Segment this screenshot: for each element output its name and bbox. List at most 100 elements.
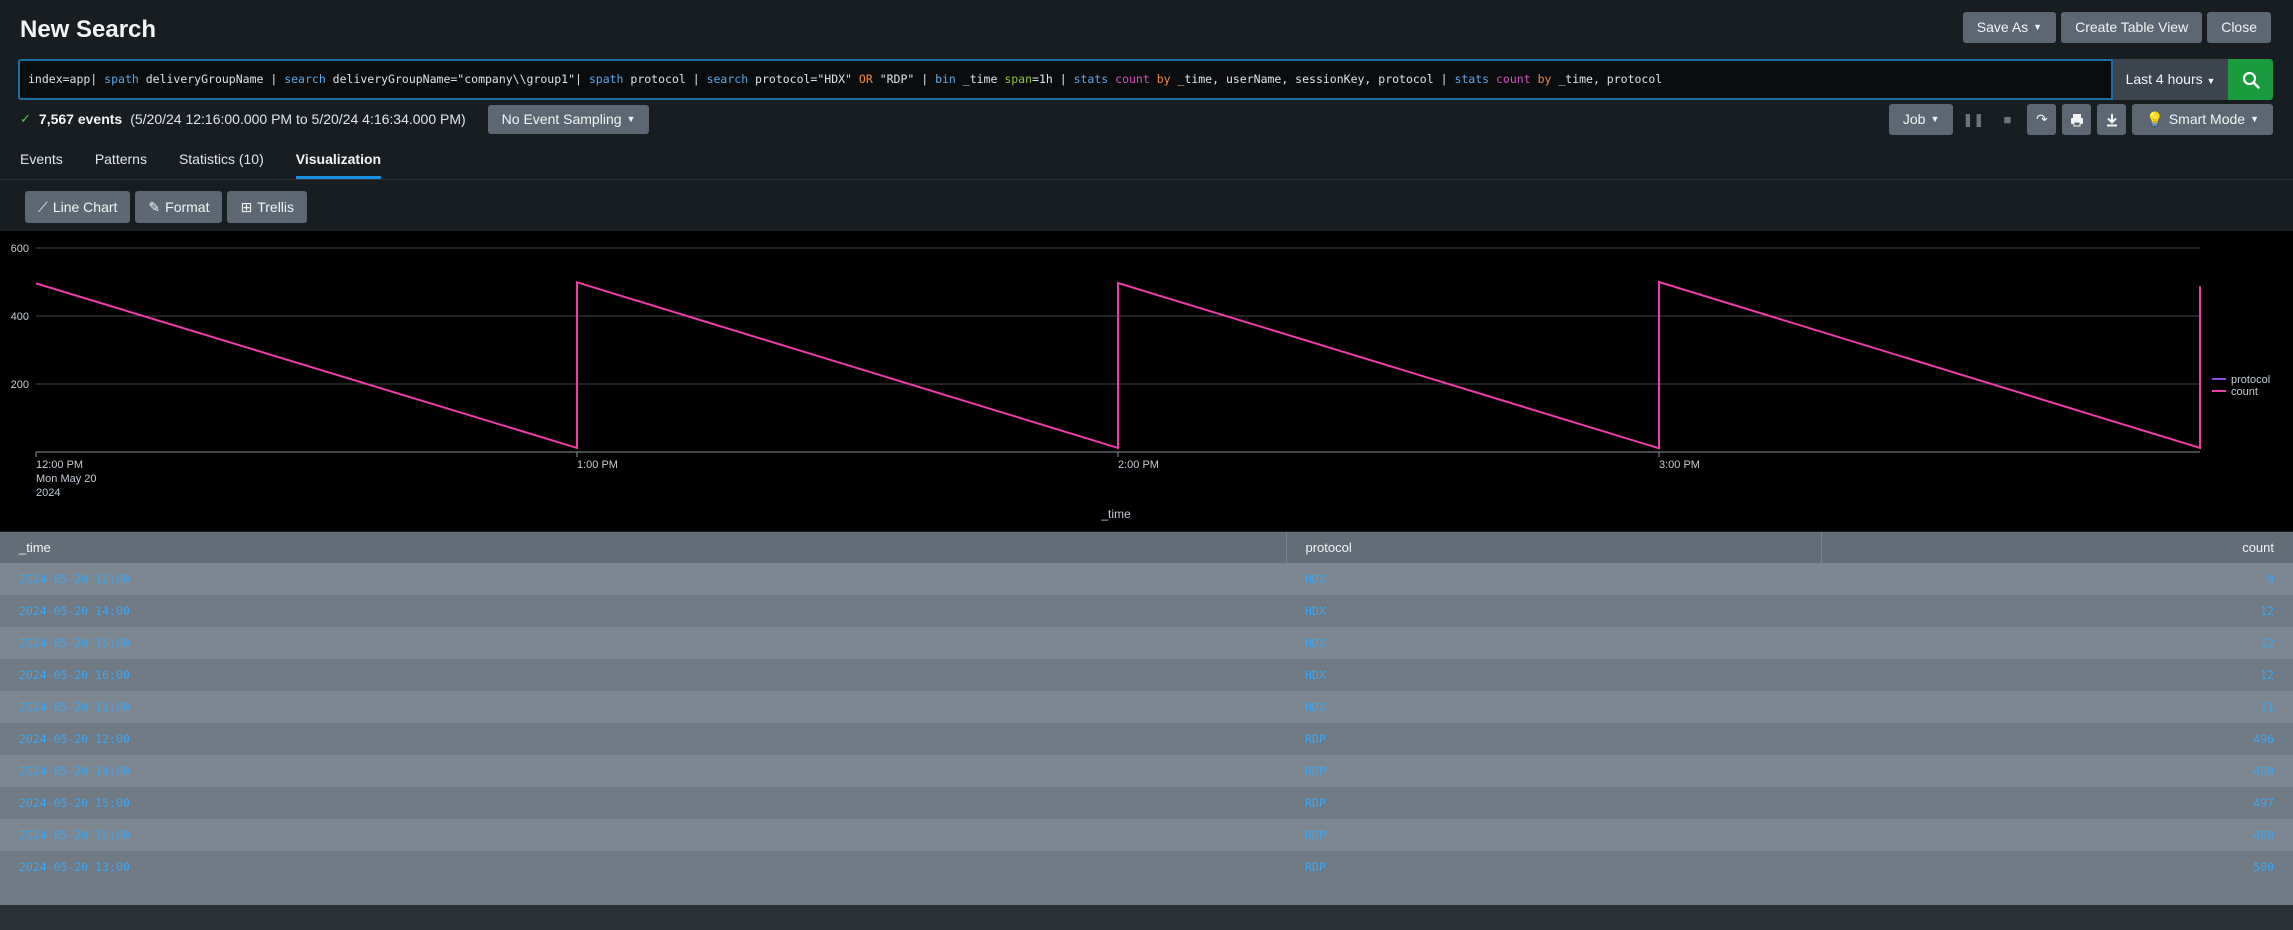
query-token: count — [1115, 72, 1150, 86]
event-sampling-dropdown[interactable]: No Event Sampling ▼ — [487, 104, 650, 134]
job-toolbar: Job ▼ ❚❚ ■ ↷ 💡 Smart Mode ▼ — [1888, 104, 2273, 135]
caret-down-icon: ▼ — [1930, 114, 1940, 124]
time-range-label: Last 4 hours — [2125, 71, 2203, 87]
query-token: deliveryGroupName | — [138, 72, 285, 86]
cell-protocol[interactable]: RDP — [1286, 723, 1821, 755]
cell-time[interactable]: 2024-05-20 13:00 — [0, 851, 1286, 883]
query-token: _time, protocol — [1551, 72, 1663, 86]
caret-down-icon: ▼ — [2033, 22, 2043, 32]
query-token: stats — [1073, 72, 1109, 86]
cell-protocol[interactable]: RDP — [1286, 851, 1821, 883]
visualization-toolbar: ⟋ Line Chart ✎ Format ⊞ Trellis — [25, 191, 308, 223]
cell-count[interactable]: 12 — [1821, 595, 2293, 627]
x-tick-sublabel: 2024 — [36, 487, 60, 499]
search-input[interactable]: index=app| spath deliveryGroupName | sea… — [18, 59, 2113, 100]
share-button[interactable]: ↷ — [2027, 104, 2057, 135]
cell-time[interactable]: 2024-05-20 13:00 — [0, 691, 1286, 723]
query-token: search — [284, 72, 326, 86]
job-menu-button[interactable]: Job ▼ — [1888, 104, 1954, 135]
cell-time[interactable]: 2024-05-20 16:00 — [0, 659, 1286, 691]
trellis-label: Trellis — [257, 199, 295, 215]
y-tick-label: 600 — [11, 243, 29, 255]
cell-protocol[interactable]: RDP — [1286, 819, 1821, 851]
cell-time[interactable]: 2024-05-20 16:00 — [0, 819, 1286, 851]
cell-protocol[interactable]: HDX — [1286, 627, 1821, 659]
column-header-time[interactable]: _time — [0, 532, 1287, 563]
format-button[interactable]: ✎ Format — [135, 191, 223, 223]
time-range-picker[interactable]: Last 4 hours ▼ — [2113, 59, 2228, 100]
table-row: 2024-05-20 12:00 HDX 9 — [0, 563, 2293, 595]
search-button[interactable] — [2228, 59, 2273, 100]
caret-down-icon: ▼ — [2206, 76, 2216, 86]
cell-count[interactable]: 9 — [1821, 563, 2293, 595]
line-chart-icon: ⟋ — [38, 199, 48, 215]
search-status: ✓ 7,567 events (5/20/24 12:16:00.000 PM … — [20, 104, 650, 134]
cell-protocol[interactable]: RDP — [1286, 755, 1821, 787]
cell-count[interactable]: 488 — [1821, 819, 2293, 851]
page-title: New Search — [20, 16, 157, 43]
column-header-protocol[interactable]: protocol — [1286, 532, 1822, 563]
events-count: 7,567 events — [38, 111, 123, 127]
events-time-range: (5/20/24 12:16:00.000 PM to 5/20/24 4:16… — [130, 111, 466, 127]
trellis-button[interactable]: ⊞ Trellis — [227, 191, 308, 223]
query-token: "RDP" | — [872, 72, 936, 86]
query-token — [1489, 72, 1496, 86]
cell-time[interactable]: 2024-05-20 12:00 — [0, 723, 1286, 755]
cell-time[interactable]: 2024-05-20 14:00 — [0, 595, 1286, 627]
search-mode-dropdown[interactable]: 💡 Smart Mode ▼ — [2132, 104, 2273, 135]
query-token: protocol="HDX" — [748, 72, 859, 86]
query-token: deliveryGroupName="company\\group1"| — [325, 72, 589, 86]
x-tick-label: 3:00 PM — [1659, 459, 1700, 471]
query-token: index=app| — [28, 72, 105, 86]
x-tick-label: 2:00 PM — [1118, 459, 1159, 471]
x-axis-label: _time — [1100, 507, 1131, 521]
query-token: spath — [588, 72, 624, 86]
cell-count[interactable]: 12 — [1821, 659, 2293, 691]
cell-protocol[interactable]: HDX — [1286, 563, 1821, 595]
tab-patterns[interactable]: Patterns — [95, 140, 147, 179]
cell-time[interactable]: 2024-05-20 15:00 — [0, 787, 1286, 819]
footer-bar — [0, 905, 2293, 930]
cell-count[interactable]: 12 — [1821, 627, 2293, 659]
results-tabs: Events Patterns Statistics (10) Visualiz… — [20, 140, 382, 179]
tab-events[interactable]: Events — [20, 140, 63, 179]
column-header-count[interactable]: count — [1821, 532, 2293, 563]
print-button[interactable] — [2062, 104, 2092, 135]
save-as-button[interactable]: Save As ▼ — [1962, 12, 2057, 43]
cell-count[interactable]: 500 — [1821, 851, 2293, 883]
cell-protocol[interactable]: HDX — [1286, 595, 1821, 627]
cell-protocol[interactable]: HDX — [1286, 659, 1821, 691]
tabs-divider — [0, 179, 2293, 180]
table-row: 2024-05-20 13:00 RDP 500 — [0, 851, 2293, 883]
create-table-view-button[interactable]: Create Table View — [2061, 12, 2203, 43]
close-button[interactable]: Close — [2207, 12, 2271, 43]
download-icon — [2106, 113, 2117, 126]
check-icon: ✓ — [20, 111, 31, 126]
tab-statistics[interactable]: Statistics (10) — [179, 140, 264, 179]
line-chart-label: Line Chart — [52, 199, 118, 215]
cell-count[interactable]: 497 — [1821, 787, 2293, 819]
table-row: 2024-05-20 16:00 HDX 12 — [0, 659, 2293, 691]
query-token: by — [1537, 72, 1552, 86]
line-chart-button[interactable]: ⟋ Line Chart — [25, 191, 131, 223]
table-row: 2024-05-20 14:00 HDX 12 — [0, 595, 2293, 627]
cell-time[interactable]: 2024-05-20 14:00 — [0, 755, 1286, 787]
cell-protocol[interactable]: HDX — [1286, 691, 1821, 723]
cell-count[interactable]: 496 — [1821, 723, 2293, 755]
export-button[interactable] — [2097, 104, 2127, 135]
stop-icon[interactable]: ■ — [1993, 104, 2021, 135]
cell-protocol[interactable]: RDP — [1286, 787, 1821, 819]
cell-time[interactable]: 2024-05-20 12:00 — [0, 563, 1286, 595]
pause-icon[interactable]: ❚❚ — [1959, 104, 1987, 135]
tab-visualization[interactable]: Visualization — [295, 140, 382, 179]
table-row: 2024-05-20 16:00 RDP 488 — [0, 819, 2293, 851]
query-token — [1531, 72, 1538, 86]
series-line-count — [35, 280, 2201, 450]
cell-time[interactable]: 2024-05-20 15:00 — [0, 627, 1286, 659]
query-token: spath — [104, 72, 139, 86]
print-icon — [2070, 113, 2083, 126]
cell-count[interactable]: 11 — [1821, 691, 2293, 723]
query-token: OR — [858, 72, 873, 86]
query-token: count — [1496, 72, 1531, 86]
cell-count[interactable]: 499 — [1821, 755, 2293, 787]
